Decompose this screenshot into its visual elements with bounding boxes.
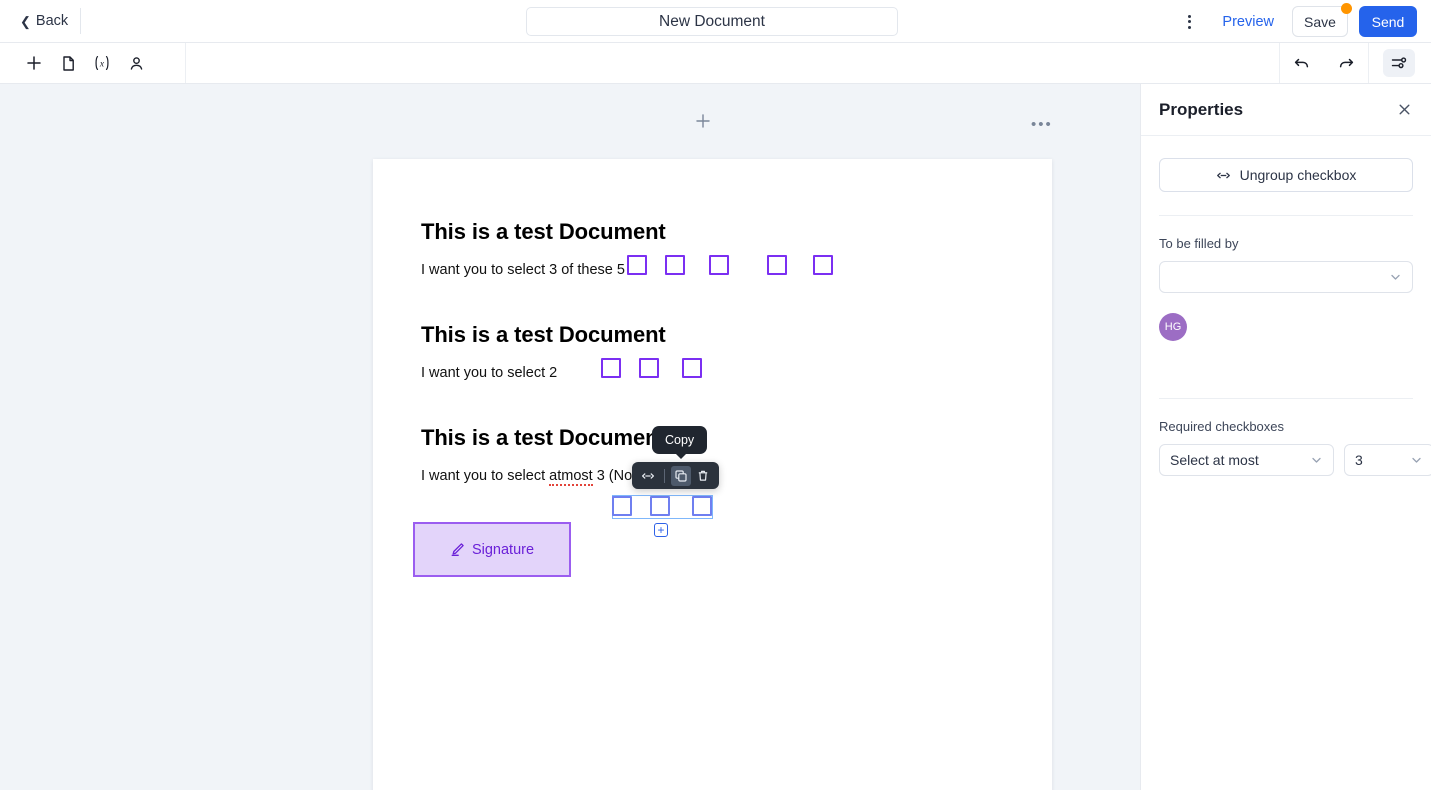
properties-header: Properties	[1141, 84, 1431, 136]
pen-icon	[450, 542, 465, 557]
ungroup-icon[interactable]	[638, 466, 658, 486]
checkbox-field-selected[interactable]	[650, 496, 670, 516]
filled-by-select[interactable]	[1159, 261, 1413, 293]
delete-icon[interactable]	[693, 466, 713, 486]
undo-icon[interactable]	[1287, 49, 1317, 77]
signature-field[interactable]: Signature	[413, 522, 571, 577]
chevron-down-icon	[1410, 454, 1423, 467]
chevron-left-icon: ❮	[20, 13, 31, 29]
add-checkbox-icon[interactable]: +	[654, 523, 668, 537]
toolbar-divider	[80, 8, 82, 34]
properties-title: Properties	[1159, 99, 1244, 119]
save-button[interactable]: Save	[1292, 6, 1348, 37]
paragraph-misspelled-word: atmost	[549, 468, 593, 486]
section-paragraph: I want you to select 3 of these 5	[421, 262, 625, 278]
copy-icon[interactable]	[671, 465, 691, 486]
checkbox-field[interactable]	[709, 255, 729, 275]
required-count-select[interactable]: 3	[1344, 444, 1431, 476]
page-icon[interactable]	[54, 49, 82, 77]
settings-icon[interactable]	[1383, 49, 1415, 77]
top-bar-actions: Preview Save Send	[1174, 0, 1431, 43]
ungroup-checkbox-button[interactable]: Ungroup checkbox	[1159, 158, 1413, 192]
required-checkboxes-row: Select at most 3	[1159, 444, 1431, 476]
section-heading: This is a test Document	[421, 219, 666, 244]
section-heading: This is a test Document	[421, 322, 666, 347]
chevron-down-icon	[1389, 271, 1402, 284]
properties-panel: Properties Ungroup checkbox To be filled…	[1140, 84, 1431, 790]
element-mini-toolbar	[632, 462, 719, 489]
top-bar: ❮ Back Preview Save Send	[0, 0, 1431, 43]
required-rule-select[interactable]: Select at most	[1159, 444, 1334, 476]
checkbox-field-selected[interactable]	[692, 496, 712, 516]
properties-body: Ungroup checkbox To be filled by HG Requ…	[1141, 158, 1431, 476]
chevron-down-icon	[1310, 454, 1323, 467]
copy-tooltip: Copy	[652, 426, 708, 459]
send-button[interactable]: Send	[1359, 6, 1417, 37]
redo-icon[interactable]	[1331, 49, 1361, 77]
signature-field-label: Signature	[471, 541, 535, 558]
variable-icon[interactable]: x	[88, 49, 116, 77]
document-canvas: ••• This is a test Document I want you t…	[0, 84, 1140, 790]
document-title-input[interactable]	[526, 7, 898, 36]
checkbox-field[interactable]	[665, 255, 685, 275]
section-heading: This is a test Document	[421, 425, 666, 450]
avatar[interactable]: HG	[1159, 313, 1187, 341]
checkbox-field-selected[interactable]	[612, 496, 632, 516]
mini-toolbar-divider	[664, 468, 665, 483]
page-options-icon[interactable]: •••	[1031, 116, 1053, 133]
properties-divider-2	[1159, 398, 1413, 399]
ungroup-checkbox-label: Ungroup checkbox	[1239, 167, 1357, 183]
checkbox-field[interactable]	[639, 358, 659, 378]
element-tools: x	[0, 43, 186, 83]
document-title-wrap	[526, 7, 898, 36]
add-element-icon[interactable]	[20, 49, 48, 77]
required-rule-value: Select at most	[1170, 452, 1259, 468]
section-paragraph: I want you to select 2	[421, 365, 558, 381]
required-count-value: 3	[1355, 452, 1363, 468]
app-root: ❮ Back Preview Save Send	[0, 0, 1431, 790]
svg-text:x: x	[99, 60, 105, 70]
required-checkboxes-label: Required checkboxes	[1159, 419, 1285, 434]
back-button-label: Back	[35, 13, 69, 29]
unsaved-changes-badge	[1341, 3, 1352, 14]
paragraph-prefix: I want you to select	[421, 468, 550, 484]
page-controls: •••	[0, 112, 1140, 142]
checkbox-field[interactable]	[767, 255, 787, 275]
tool-divider-left	[1279, 43, 1280, 83]
checkbox-field[interactable]	[813, 255, 833, 275]
save-button-wrap: Save	[1292, 3, 1352, 37]
ungroup-icon	[1216, 168, 1231, 183]
recipient-icon[interactable]	[122, 49, 150, 77]
checkbox-field[interactable]	[627, 255, 647, 275]
checkbox-field[interactable]	[682, 358, 702, 378]
properties-divider	[1159, 215, 1413, 216]
history-tools	[1279, 43, 1431, 83]
filled-by-label: To be filled by	[1159, 236, 1239, 251]
more-options-icon[interactable]	[1174, 7, 1204, 37]
add-page-icon[interactable]	[694, 112, 712, 130]
tool-divider-right	[1368, 43, 1369, 83]
editor-toolbar: x	[0, 43, 1431, 84]
close-icon[interactable]	[1393, 98, 1415, 120]
checkbox-field[interactable]	[601, 358, 621, 378]
preview-button[interactable]: Preview	[1212, 8, 1284, 36]
back-button[interactable]: ❮ Back	[20, 7, 80, 35]
